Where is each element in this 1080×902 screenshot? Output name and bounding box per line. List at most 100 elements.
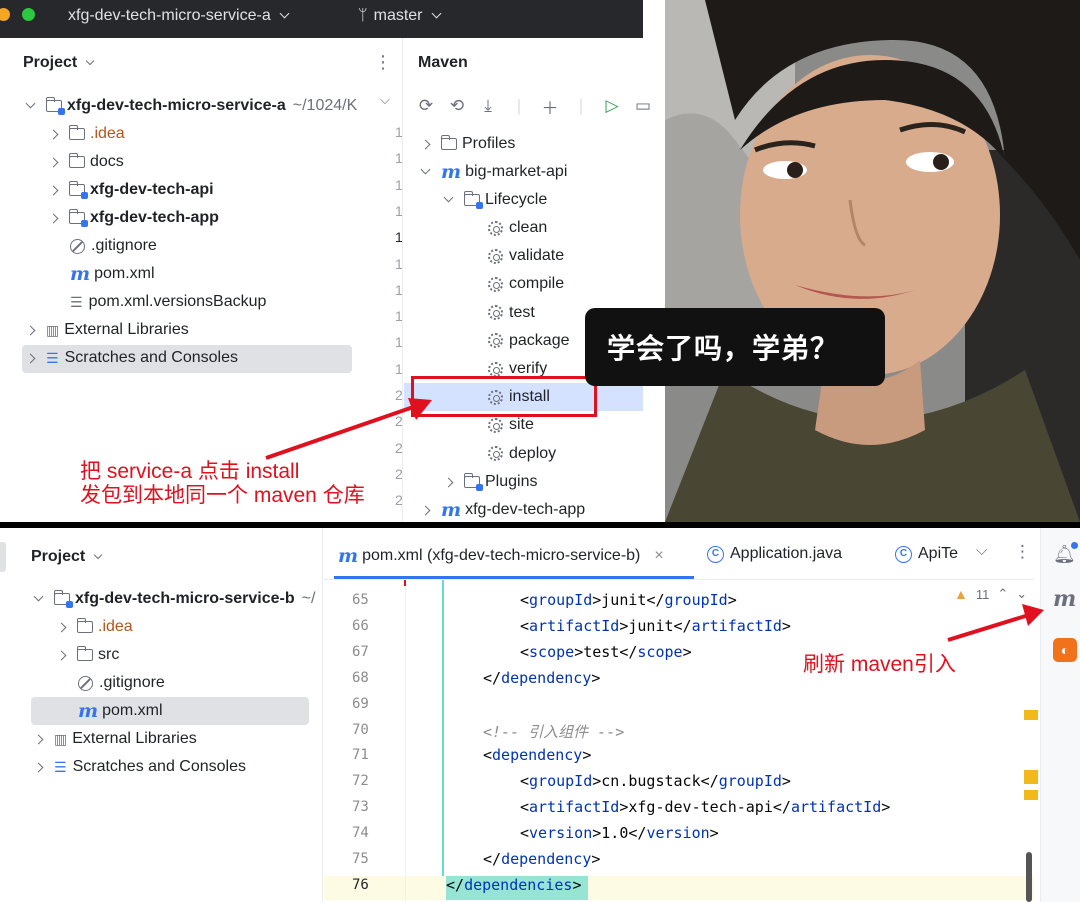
- tree-item-gitignore[interactable]: .gitignore: [78, 670, 165, 696]
- code-editor[interactable]: 65 <groupId>junit</groupId> 66 <artifactId>…: [324, 580, 1038, 902]
- maven-item-project[interactable]: m big-market-api: [420, 159, 567, 185]
- chevron-right-icon: [25, 325, 36, 335]
- reload-icon[interactable]: ⟳: [416, 96, 436, 116]
- install-annotation: 把 service-a 点击 install 发包到本地同一个 maven 仓库: [80, 460, 365, 507]
- editor-scrollbar[interactable]: [1026, 852, 1032, 902]
- tree-item-service-b[interactable]: xfg-dev-tech-micro-service-b ~/: [33, 586, 315, 612]
- maximize-window-button[interactable]: [22, 8, 35, 21]
- folder-icon: [76, 646, 93, 661]
- chevron-right-icon: [48, 213, 59, 223]
- chevron-down-icon: [279, 8, 290, 19]
- tree-item-pom[interactable]: m pom.xml: [70, 261, 155, 287]
- project-panel-title[interactable]: Project: [23, 54, 95, 72]
- current-line-highlight: [324, 876, 1034, 900]
- chevron-right-icon: [56, 622, 67, 632]
- maven-item-lifecycle[interactable]: Lifecycle: [443, 187, 547, 213]
- toolbar-separator: |: [516, 96, 522, 115]
- ignore-file-icon: [78, 675, 93, 691]
- code-line: <version>1.0</version>: [520, 824, 719, 843]
- code-line: <groupId>junit</groupId>: [520, 591, 737, 609]
- add-icon[interactable]: ＋: [540, 94, 560, 119]
- tree-item-external-libraries[interactable]: ▥ External Libraries: [33, 726, 197, 752]
- chevron-down-icon[interactable]: ⌵: [380, 92, 390, 108]
- tree-item-external-libraries[interactable]: ▥ External Libraries: [25, 317, 189, 343]
- editor-tabs: m pom.xml (xfg-dev-tech-micro-service-b) ×…: [324, 528, 1034, 580]
- maven-icon: m: [441, 499, 462, 521]
- code-line: <!-- 引入组件 -->: [483, 722, 625, 741]
- tree-item-idea[interactable]: .idea: [48, 121, 125, 147]
- class-icon: C: [895, 545, 912, 563]
- maven-item-profiles[interactable]: Profiles: [420, 131, 515, 157]
- tree-item-pom[interactable]: m pom.xml: [78, 698, 163, 724]
- plugin-icon[interactable]: ◐: [1053, 638, 1077, 662]
- tab-application-java[interactable]: C Application.java: [707, 545, 842, 563]
- tree-item-src[interactable]: src: [56, 642, 119, 668]
- gear-icon: [488, 248, 503, 264]
- gear-icon: [488, 276, 503, 292]
- tree-item-scratches[interactable]: ☰ Scratches and Consoles: [33, 754, 246, 780]
- minimize-window-button[interactable]: [0, 8, 10, 21]
- line-number: 70: [352, 721, 369, 738]
- maven-icon: m: [338, 545, 359, 567]
- library-icon: ▥: [46, 321, 60, 338]
- project-panel: Project xfg-dev-tech-micro-service-b ~/ .…: [0, 528, 323, 902]
- selected-row-highlight: [31, 697, 309, 725]
- warning-marker[interactable]: [1024, 770, 1038, 784]
- maven-phase-label: site: [509, 416, 534, 434]
- maven-phase-validate[interactable]: validate: [488, 243, 564, 269]
- warning-marker[interactable]: [1024, 790, 1038, 800]
- maven-phase-test[interactable]: test: [488, 300, 535, 326]
- maven-phase-label: clean: [509, 219, 548, 236]
- code-line: <artifactId>xfg-dev-tech-api</artifactId…: [520, 798, 891, 817]
- plugins-folder-icon: [463, 473, 483, 491]
- tree-item-scratches[interactable]: ☰ Scratches and Consoles: [25, 345, 238, 371]
- project-switcher[interactable]: xfg-dev-tech-micro-service-a: [68, 7, 290, 25]
- branch-switcher[interactable]: ᛘ master: [358, 7, 441, 25]
- close-icon[interactable]: ×: [654, 547, 663, 565]
- tree-item-versions-backup[interactable]: ☰ pom.xml.versionsBackup: [70, 289, 266, 315]
- reaction-photo: [665, 0, 1080, 522]
- project-panel-title[interactable]: Project: [31, 548, 103, 566]
- tab-api-test[interactable]: C ApiTe: [895, 545, 958, 563]
- maven-phase-deploy[interactable]: deploy: [488, 441, 556, 467]
- more-options-icon[interactable]: ⋮: [1014, 542, 1031, 562]
- line-number: 73: [352, 799, 369, 816]
- tab-pom-xml[interactable]: m pom.xml (xfg-dev-tech-micro-service-b) ×: [338, 545, 664, 567]
- execute-goal-icon[interactable]: ▭: [633, 96, 653, 116]
- toolbar-separator: |: [578, 96, 584, 115]
- gear-icon: [488, 361, 503, 377]
- tree-item-docs[interactable]: docs: [48, 149, 124, 175]
- chevron-right-icon: [420, 139, 431, 149]
- gear-icon: [488, 333, 503, 349]
- tree-item-service-a[interactable]: xfg-dev-tech-micro-service-a ~/1024/K: [25, 93, 357, 119]
- module-folder-icon: [68, 209, 88, 227]
- maven-phase-package[interactable]: package: [488, 328, 570, 354]
- tree-item-api[interactable]: xfg-dev-tech-api: [48, 177, 214, 203]
- maven-phase-clean[interactable]: clean: [488, 215, 547, 241]
- tree-item-app[interactable]: xfg-dev-tech-app: [48, 205, 219, 231]
- tab-list-dropdown[interactable]: ⌵: [976, 542, 987, 559]
- more-options-icon[interactable]: ⋮: [374, 52, 392, 73]
- tree-item-gitignore[interactable]: .gitignore: [70, 233, 157, 259]
- line-number: 72: [352, 773, 369, 790]
- tool-window-stripe-button[interactable]: [0, 542, 6, 572]
- module-folder-icon: [68, 181, 88, 199]
- text-file-icon: ☰: [70, 293, 83, 310]
- line-number: 71: [352, 747, 369, 764]
- code-line: </dependency>: [483, 668, 601, 687]
- reimport-folder-icon[interactable]: ⟲: [447, 96, 467, 116]
- line-number: 68: [352, 669, 369, 686]
- maven-item-next-project[interactable]: m xfg-dev-tech-app: [420, 497, 585, 522]
- chevron-right-icon: [48, 129, 59, 139]
- maven-icon: m: [78, 700, 99, 722]
- download-icon[interactable]: ⤓: [478, 96, 498, 116]
- maven-item-plugins[interactable]: Plugins: [443, 469, 537, 495]
- maven-phase-compile[interactable]: compile: [488, 271, 564, 297]
- run-icon[interactable]: ▷: [602, 96, 622, 116]
- maven-tool-button[interactable]: m: [1053, 586, 1080, 612]
- warning-marker[interactable]: [1024, 710, 1038, 720]
- maven-icon: m: [441, 161, 462, 183]
- tree-item-idea[interactable]: .idea: [56, 614, 133, 640]
- ignore-file-icon: [70, 238, 85, 254]
- bottom-ide-window: Project xfg-dev-tech-micro-service-b ~/ .…: [0, 528, 1080, 902]
